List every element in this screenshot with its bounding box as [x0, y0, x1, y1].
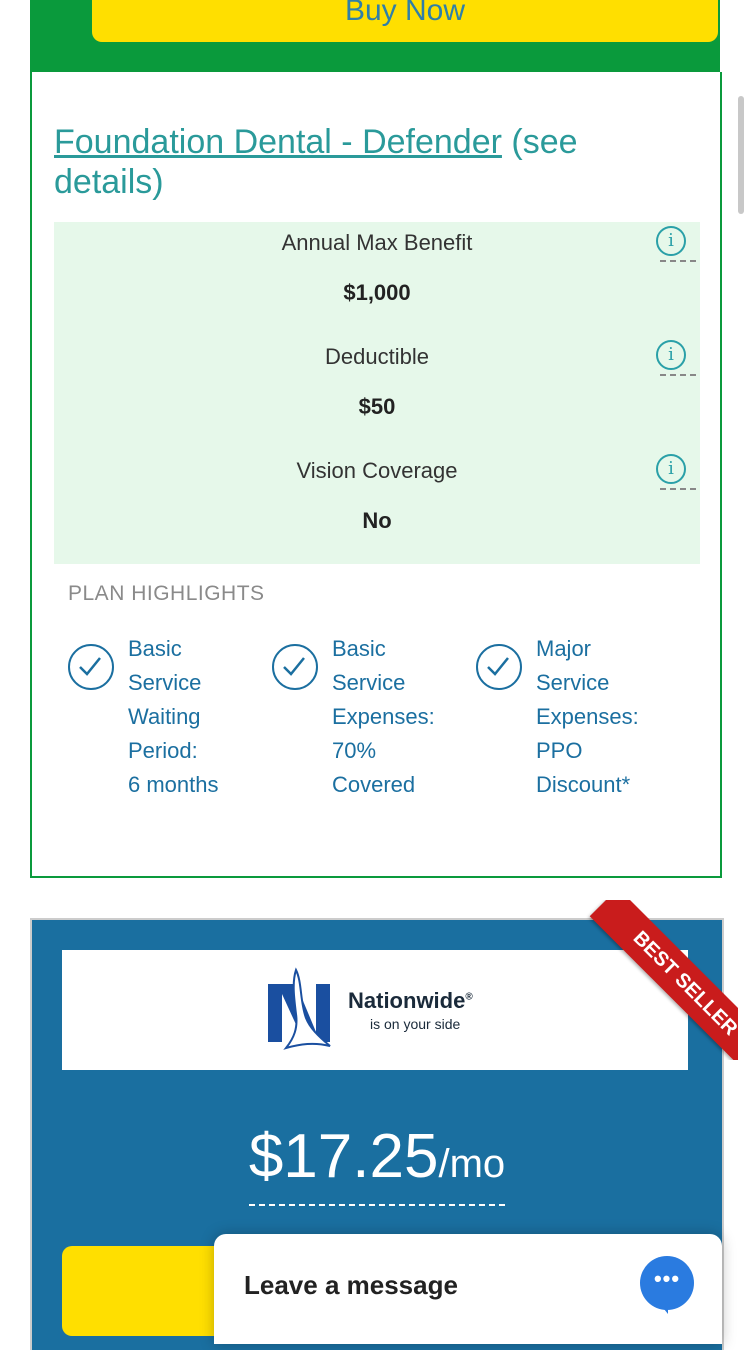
best-seller-label: BEST SELLER — [589, 900, 738, 1060]
benefit-deductible: Deductible $50 i — [54, 336, 700, 450]
buy-now-button[interactable]: Buy Now — [92, 0, 718, 42]
best-seller-ribbon: BEST SELLER — [578, 900, 738, 1060]
benefit-vision-coverage: Vision Coverage No i — [54, 450, 700, 564]
price-amount: $17.25 — [248, 1122, 439, 1191]
benefit-annual-max: Annual Max Benefit $1,000 i — [54, 222, 700, 336]
chat-widget[interactable]: Leave a message ••• — [214, 1234, 722, 1344]
benefit-label: Vision Coverage — [296, 458, 458, 483]
check-circle-icon — [68, 644, 114, 690]
benefit-value: $50 — [358, 394, 396, 419]
price: $17.25/mo — [32, 1126, 722, 1206]
plan-card-foundation-dental: Foundation Dental - Defender (see detail… — [30, 72, 722, 878]
check-circle-icon — [272, 644, 318, 690]
info-underline — [660, 488, 696, 490]
info-icon[interactable]: i — [656, 226, 686, 256]
nationwide-eagle-logo — [268, 967, 331, 1050]
price-tooltip-trigger[interactable]: $17.25/mo — [248, 1126, 506, 1206]
plan-name-link[interactable]: Foundation Dental - Defender — [54, 123, 502, 161]
benefit-label: Annual Max Benefit — [281, 230, 473, 255]
price-unit: /mo — [438, 1142, 506, 1186]
brand-name: Nationwide® — [348, 988, 473, 1013]
benefit-label: Deductible — [325, 344, 429, 369]
brand-tagline: is on your side — [370, 1016, 461, 1032]
previous-plan-card-footer: Buy Now — [30, 0, 720, 72]
info-icon[interactable]: i — [656, 454, 686, 484]
benefit-value: $1,000 — [343, 280, 411, 305]
plan-title: Foundation Dental - Defender (see detail… — [54, 122, 654, 202]
highlight-text: Major Service Expenses: PPO Discount* — [536, 636, 639, 797]
scrollbar[interactable] — [738, 96, 744, 214]
chat-dots: ••• — [653, 1266, 681, 1291]
plan-highlights-heading: PLAN HIGHLIGHTS — [68, 582, 265, 605]
highlight-text: Basic Service Waiting Period: 6 months — [128, 636, 219, 797]
info-underline — [660, 260, 696, 262]
highlight-text: Basic Service Expenses: 70% Covered — [332, 636, 435, 797]
chat-label: Leave a message — [244, 1270, 458, 1300]
info-underline — [660, 374, 696, 376]
info-icon[interactable]: i — [656, 340, 686, 370]
benefit-value: No — [362, 508, 392, 533]
check-circle-icon — [476, 644, 522, 690]
chat-bubble-icon[interactable]: ••• — [640, 1256, 694, 1314]
benefits-panel: Annual Max Benefit $1,000 i Deductible $… — [54, 222, 700, 564]
